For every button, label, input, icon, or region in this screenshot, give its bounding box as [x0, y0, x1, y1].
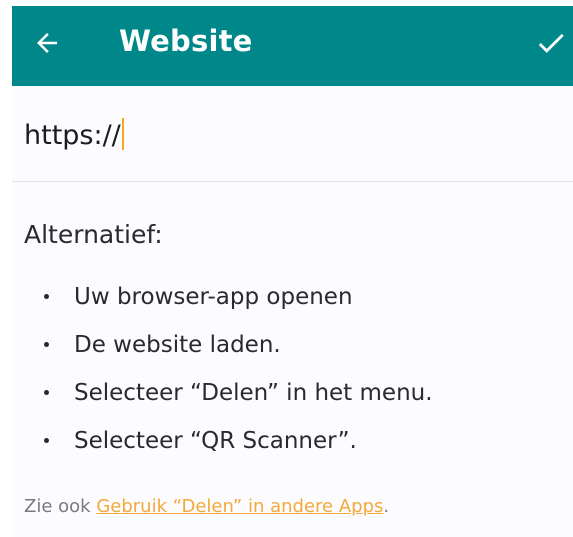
list-item: Uw browser-app openen	[38, 282, 433, 330]
bullet-icon	[44, 342, 49, 347]
list-item: Selecteer “Delen” in het menu.	[38, 378, 433, 426]
step-text: De website laden.	[74, 332, 281, 358]
bullet-icon	[44, 390, 49, 395]
list-item: Selecteer “QR Scanner”.	[38, 426, 433, 474]
back-button[interactable]	[26, 24, 68, 66]
step-text: Selecteer “Delen” in het menu.	[74, 380, 433, 406]
arrow-left-icon	[32, 28, 62, 62]
share-in-other-apps-link[interactable]: Gebruik “Delen” in andere Apps	[96, 496, 383, 517]
text-cursor	[121, 118, 124, 150]
screen: Website https:// Alternatief: Uw browser…	[12, 6, 573, 537]
step-text: Selecteer “QR Scanner”.	[74, 428, 357, 454]
app-bar: Website	[12, 6, 573, 86]
bullet-icon	[44, 438, 49, 443]
page-title: Website	[119, 24, 253, 58]
see-also-prefix: Zie ook	[24, 496, 97, 517]
see-also-text: Zie ook Gebruik “Delen” in andere Apps.	[24, 495, 389, 519]
url-input[interactable]: https://	[24, 118, 124, 153]
bullet-icon	[44, 294, 49, 299]
alternative-steps-list: Uw browser-app openen De website laden. …	[38, 282, 433, 474]
confirm-button[interactable]	[534, 24, 573, 66]
url-input-value: https://	[24, 120, 121, 151]
list-item: De website laden.	[38, 330, 433, 378]
check-icon	[534, 26, 568, 64]
step-text: Uw browser-app openen	[74, 284, 353, 310]
see-also-suffix: .	[383, 496, 390, 517]
alternative-heading: Alternatief:	[24, 220, 163, 249]
url-field: https://	[12, 86, 573, 182]
